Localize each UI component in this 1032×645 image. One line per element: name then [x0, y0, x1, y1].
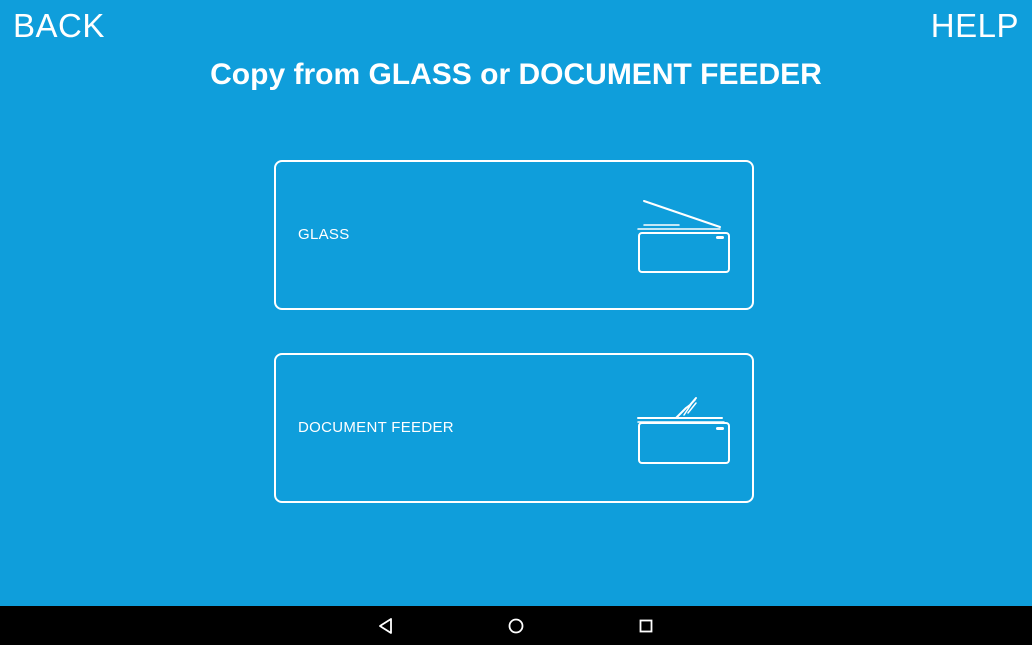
document-feeder-option-label: DOCUMENT FEEDER: [298, 419, 454, 436]
glass-option-label: GLASS: [298, 226, 350, 243]
scanner-glass-icon: [637, 200, 730, 273]
back-button[interactable]: BACK: [13, 6, 105, 46]
system-navigation-bar: [0, 606, 1032, 645]
copy-source-screen: BACK HELP Copy from GLASS or DOCUMENT FE…: [0, 0, 1032, 606]
page-title: Copy from GLASS or DOCUMENT FEEDER: [210, 58, 822, 91]
glass-option-button[interactable]: GLASS: [274, 160, 754, 310]
nav-recents-icon[interactable]: [634, 614, 658, 638]
nav-home-icon[interactable]: [504, 614, 528, 638]
document-feeder-icon: [637, 397, 730, 464]
help-button[interactable]: HELP: [931, 6, 1019, 46]
nav-back-icon[interactable]: [374, 614, 398, 638]
document-feeder-option-button[interactable]: DOCUMENT FEEDER: [274, 353, 754, 503]
